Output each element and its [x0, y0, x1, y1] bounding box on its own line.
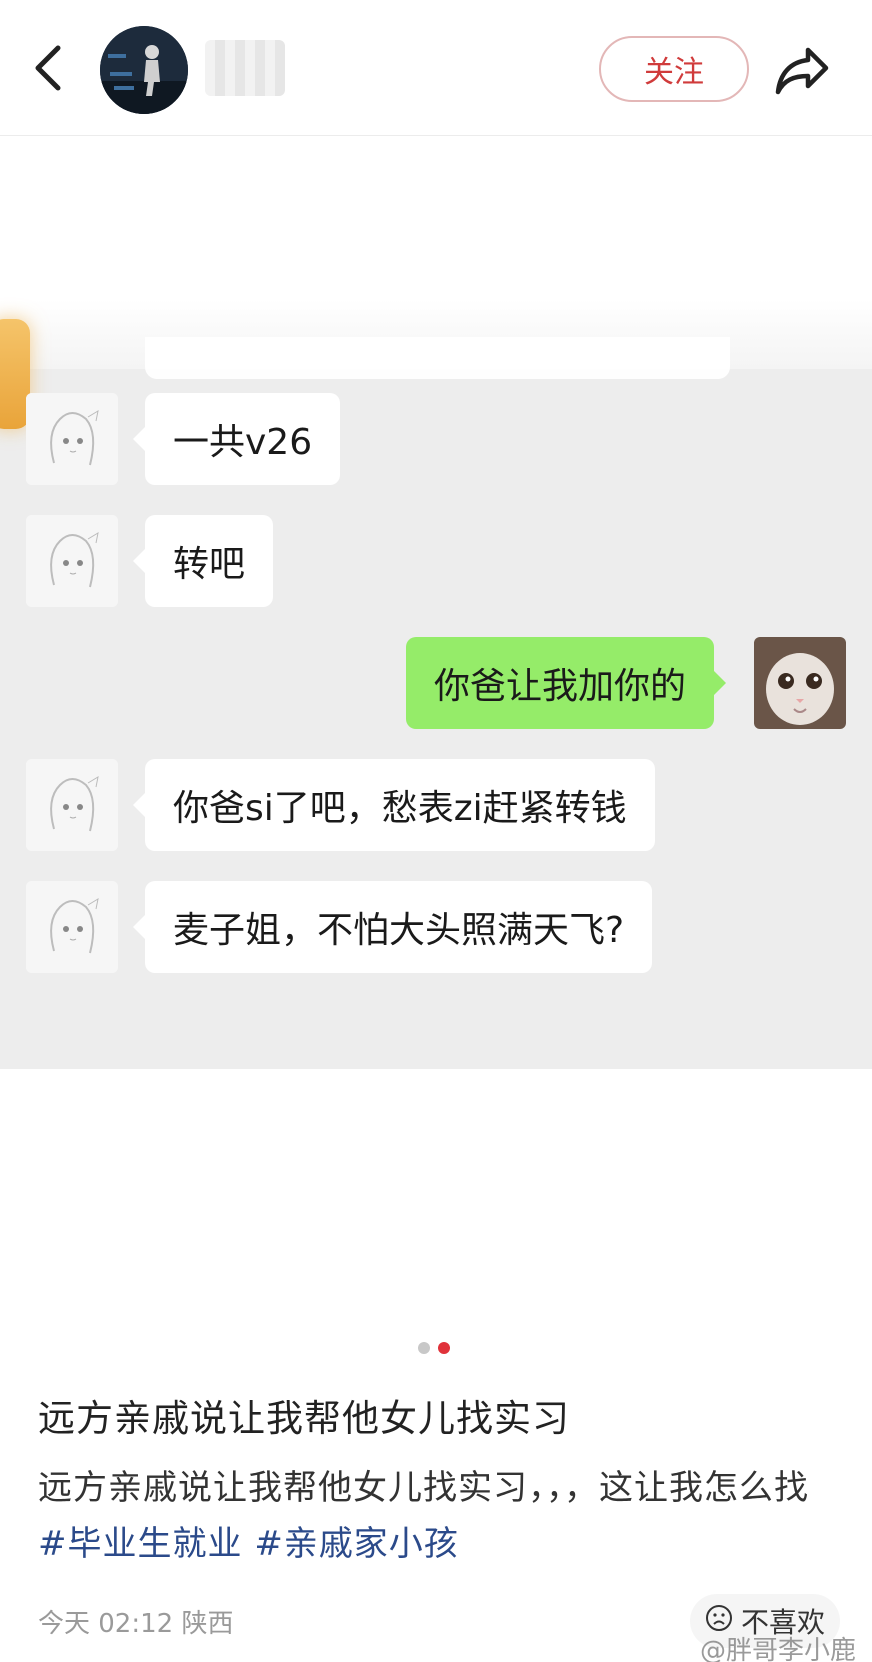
- contact-avatar: [26, 515, 118, 607]
- chat-message-self: 你爸让我加你的: [406, 637, 727, 729]
- post-title: 远方亲戚说让我帮他女儿找实习: [38, 1397, 570, 1440]
- chat-message: 一共v26: [132, 393, 341, 485]
- back-arrow-icon[interactable]: [28, 40, 72, 96]
- post-body-text: 远方亲戚说让我帮他女儿找实习，，，这让我怎么找: [38, 1468, 809, 1508]
- username-mosaic: [205, 40, 285, 96]
- hashtag-link[interactable]: #亲戚家小孩: [254, 1524, 459, 1564]
- contact-avatar: [26, 393, 118, 485]
- post-image[interactable]: 一共v26 转吧 你爸让我加你的 你爸si了吧，愁表zi赶紧转钱 麦子姐，不怕大…: [0, 137, 872, 1317]
- post-time: 今天 02:12: [38, 1609, 174, 1639]
- contact-avatar: [26, 759, 118, 851]
- pager-dot-active[interactable]: [438, 1342, 450, 1354]
- chat-message: 转吧: [132, 515, 274, 607]
- post-meta: 今天 02:12 陕西: [38, 1603, 233, 1640]
- pager-dot[interactable]: [418, 1342, 430, 1354]
- chat-message: 你爸si了吧，愁表zi赶紧转钱: [133, 759, 655, 851]
- top-bar: 关注: [0, 0, 872, 136]
- hashtag-link[interactable]: #毕业生就业: [38, 1524, 243, 1564]
- watermark: @胖哥李小鹿: [700, 1636, 857, 1662]
- chat-message: 麦子姐，不怕大头照满天飞?: [132, 881, 653, 973]
- follow-button[interactable]: 关注: [599, 36, 749, 102]
- self-avatar: [754, 637, 846, 729]
- cropped-bubble: [145, 337, 730, 379]
- share-icon[interactable]: [772, 40, 832, 100]
- author-avatar[interactable]: [100, 26, 188, 114]
- post-location: 陕西: [181, 1609, 234, 1639]
- post-body: 远方亲戚说让我帮他女儿找实习，，，这让我怎么找 #毕业生就业 #亲戚家小孩: [38, 1460, 838, 1572]
- image-pager: [418, 1342, 450, 1354]
- contact-avatar: [26, 881, 118, 973]
